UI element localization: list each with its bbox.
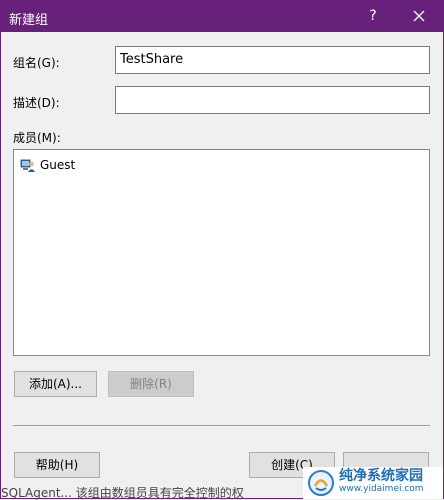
dialog-title: 新建组 [9, 13, 49, 28]
watermark: 纯净系统家园 www.yidaimei.com [303, 467, 443, 499]
separator [13, 425, 430, 426]
title-bar: 新建组 ? [1, 1, 443, 32]
list-item[interactable]: Guest [20, 156, 75, 174]
watermark-text: 纯净系统家园 [339, 468, 423, 484]
group-name-input[interactable]: TestShare [115, 46, 430, 74]
user-icon [20, 159, 35, 172]
close-icon [413, 10, 425, 22]
members-list[interactable]: Guest [13, 149, 430, 356]
help-title-button[interactable]: ? [351, 1, 395, 32]
close-button[interactable] [397, 1, 441, 32]
watermark-logo-icon [308, 470, 334, 496]
watermark-url: www.yidaimei.com [339, 484, 424, 494]
add-button[interactable]: 添加(A)... [14, 371, 97, 397]
help-button[interactable]: 帮助(H) [14, 452, 100, 478]
members-label: 成员(M): [13, 131, 61, 145]
new-group-dialog: 新建组 ? 组名(G): TestShare 描述(D): 成员(M): Gue… [0, 0, 444, 500]
background-text: SQLAgent... 该组由数组员具有完全控制的权 [1, 487, 244, 500]
description-label: 描述(D): [13, 96, 60, 110]
question-icon: ? [369, 8, 377, 24]
remove-button[interactable]: 删除(R) [108, 371, 194, 397]
description-input[interactable] [115, 86, 430, 114]
group-name-label: 组名(G): [13, 56, 60, 70]
member-name: Guest [40, 158, 76, 172]
